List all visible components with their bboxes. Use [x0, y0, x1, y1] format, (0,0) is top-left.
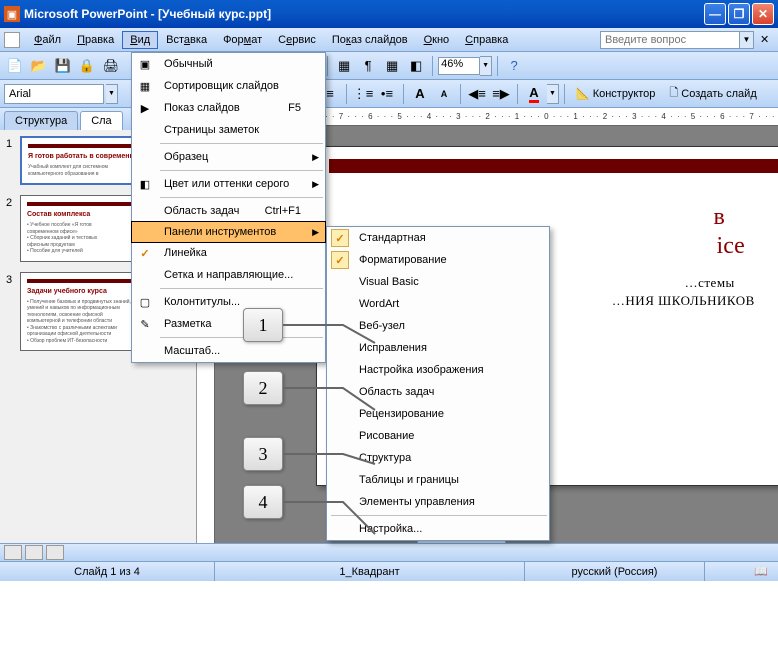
font-color-button[interactable]: A [523, 83, 545, 105]
menu-tools[interactable]: Сервис [270, 31, 324, 49]
font-color-dropdown-icon[interactable]: ▼ [547, 84, 559, 104]
show-grid-button[interactable]: ▦ [381, 55, 403, 77]
menu-view[interactable]: Вид [122, 31, 158, 49]
menu-header-footer[interactable]: ▢Колонтитулы... [132, 291, 325, 313]
font-dropdown-icon[interactable]: ▼ [106, 84, 118, 104]
document-icon[interactable] [4, 32, 20, 48]
menu-file[interactable]: Файл [26, 31, 69, 49]
color-grayscale-button[interactable]: ◧ [405, 55, 427, 77]
menu-slideshow[interactable]: ▶Показ слайдовF5 [132, 97, 325, 119]
menu-slideshow[interactable]: Показ слайдов [324, 31, 416, 49]
menu-window[interactable]: Окно [416, 31, 458, 49]
tab-slides[interactable]: Сла [80, 111, 122, 130]
sorter-view-button[interactable] [25, 545, 43, 560]
thumb-number: 3 [6, 272, 20, 352]
slide-decoration [329, 159, 778, 173]
new-button[interactable]: 📄 [4, 55, 26, 77]
show-formatting-button[interactable]: ¶ [357, 55, 379, 77]
toolbar-formatting: Arial ▼ ≡ ≡ ≡ ⋮≡ •≡ A A ◀≡ ≡▶ A ▼ 📐Конст… [0, 80, 778, 108]
menu-toolbars[interactable]: Панели инструментов▶ [131, 221, 326, 243]
save-button[interactable]: 💾 [52, 55, 74, 77]
menu-format[interactable]: Формат [215, 31, 270, 49]
new-slide-button[interactable]: 🗋Создать слайд [663, 82, 762, 105]
view-menu-dropdown: ▣Обычный ▦Сортировщик слайдов ▶Показ сла… [131, 52, 326, 363]
menu-slide-sorter[interactable]: ▦Сортировщик слайдов [132, 75, 325, 97]
menubar: Файл Правка Вид Вставка Формат Сервис По… [0, 28, 778, 52]
menu-task-pane[interactable]: Область задачCtrl+F1 [132, 200, 325, 222]
submenu-standard[interactable]: ✓Стандартная [327, 227, 549, 249]
close-button[interactable]: ✕ [752, 3, 774, 25]
menu-grayscale[interactable]: ◧Цвет или оттенки серого▶ [132, 173, 325, 195]
help-search-input[interactable] [600, 31, 740, 49]
tables-borders-button[interactable]: ▦ [333, 55, 355, 77]
menu-ruler[interactable]: ✓Линейка [132, 242, 325, 264]
callout-4: 4 [243, 485, 283, 519]
title-text: Microsoft PowerPoint - [Учебный курс.ppt… [24, 7, 702, 21]
help-dropdown-icon[interactable]: ▼ [740, 31, 754, 49]
thumb-number: 1 [6, 136, 20, 185]
decrease-font-button[interactable]: A [433, 83, 455, 105]
menu-edit[interactable]: Правка [69, 31, 122, 49]
titlebar: ▣ Microsoft PowerPoint - [Учебный курс.p… [0, 0, 778, 28]
open-button[interactable]: 📂 [28, 55, 50, 77]
decrease-indent-button[interactable]: ◀≡ [466, 83, 488, 105]
maximize-button[interactable]: ❐ [728, 3, 750, 25]
status-spellcheck-icon[interactable]: 📖 [744, 565, 778, 578]
numbered-list-button[interactable]: ⋮≡ [352, 83, 374, 105]
menu-help[interactable]: Справка [457, 31, 516, 49]
app-icon: ▣ [4, 6, 20, 22]
minimize-button[interactable]: — [704, 3, 726, 25]
thumb-number: 2 [6, 195, 20, 262]
toolbar-standard: 📄 📂 💾 🔒 🖨 🔗 ▦ 📊 ▦ ¶ ▦ ◧ 46% ▼ ? [0, 52, 778, 80]
zoom-input[interactable]: 46% [438, 57, 480, 75]
increase-font-button[interactable]: A [409, 83, 431, 105]
font-select[interactable]: Arial [4, 84, 104, 104]
design-button[interactable]: 📐Конструктор [570, 85, 661, 102]
submenu-formatting[interactable]: ✓Форматирование [327, 249, 549, 271]
help-button[interactable]: ? [503, 55, 525, 77]
bulleted-list-button[interactable]: •≡ [376, 83, 398, 105]
menu-grid-guides[interactable]: Сетка и направляющие... [132, 264, 325, 286]
status-slide-number: Слайд 1 из 4 [0, 562, 215, 581]
print-button[interactable]: 🖨 [100, 55, 122, 77]
window-close-x[interactable]: ✕ [760, 33, 774, 46]
permission-button[interactable]: 🔒 [76, 55, 98, 77]
menu-normal-view[interactable]: ▣Обычный [132, 53, 325, 75]
menu-insert[interactable]: Вставка [158, 31, 215, 49]
zoom-dropdown-icon[interactable]: ▼ [480, 56, 492, 76]
callout-3: 3 [243, 437, 283, 471]
slideshow-view-button[interactable] [46, 545, 64, 560]
normal-view-button[interactable] [4, 545, 22, 560]
callout-2: 2 [243, 371, 283, 405]
increase-indent-button[interactable]: ≡▶ [490, 83, 512, 105]
menu-master[interactable]: Образец▶ [132, 146, 325, 168]
callout-1: 1 [243, 308, 283, 342]
submenu-visual-basic[interactable]: Visual Basic [327, 271, 549, 293]
submenu-wordart[interactable]: WordArt [327, 293, 549, 315]
menu-notes-page[interactable]: Страницы заметок [132, 119, 325, 141]
tab-outline[interactable]: Структура [4, 111, 78, 130]
